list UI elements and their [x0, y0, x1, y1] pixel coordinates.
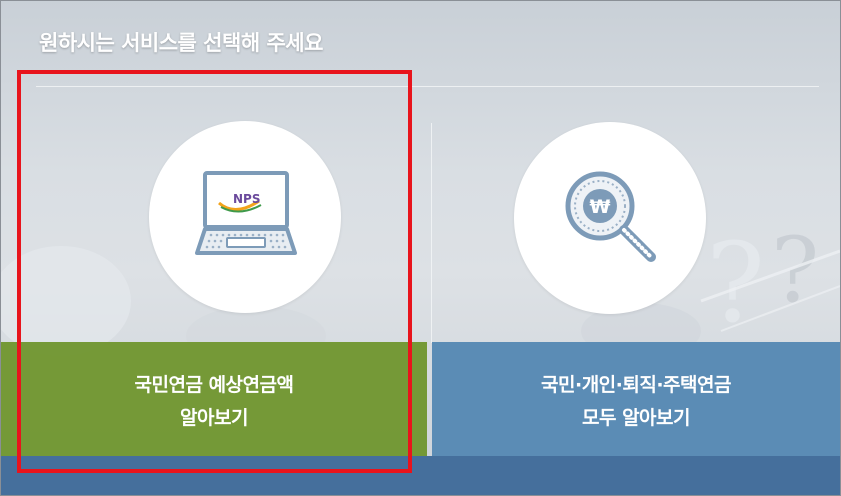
- svg-text:?: ?: [771, 218, 819, 323]
- magnifier-won-icon-circle[interactable]: ₩: [514, 122, 706, 314]
- svg-text:?: ?: [706, 219, 765, 347]
- all-pensions-button[interactable]: 국민·개인·퇴직·주택연금 모두 알아보기: [432, 342, 840, 456]
- page-title: 원하시는 서비스를 선택해 주세요: [39, 31, 323, 55]
- all-pensions-label: 국민·개인·퇴직·주택연금 모두 알아보기: [541, 369, 731, 435]
- pension-estimate-label: 국민연금 예상연금액 알아보기: [135, 369, 294, 435]
- title-divider: [36, 86, 819, 87]
- bottom-bar: [1, 456, 840, 495]
- column-divider: [431, 123, 432, 343]
- nps-logo-text: NPS: [233, 192, 260, 206]
- service-selection-frame: ? ? 원하시는 서비스를 선택해 주세요 NPS ₩ 국민연금 예상연금액 알…: [0, 0, 841, 496]
- pension-estimate-line1: 국민연금 예상연금액: [134, 374, 294, 396]
- all-pensions-line2: 모두 알아보기: [582, 407, 690, 429]
- all-pensions-line1: 국민·개인·퇴직·주택연금: [541, 374, 731, 396]
- pension-estimate-line2: 알아보기: [180, 407, 248, 429]
- pension-estimate-button[interactable]: 국민연금 예상연금액 알아보기: [1, 342, 427, 456]
- won-symbol: ₩: [590, 196, 611, 218]
- laptop-icon: NPS: [195, 171, 297, 255]
- laptop-icon-circle[interactable]: NPS: [149, 121, 341, 313]
- magnifier-won-icon: ₩: [565, 171, 656, 262]
